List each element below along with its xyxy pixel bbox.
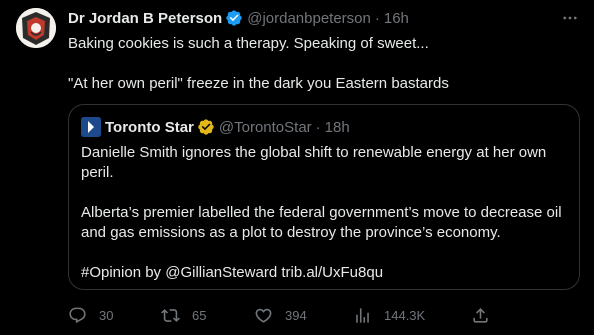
quoted-paragraph: #Opinion by @GillianSteward trib.al/UxFu… <box>81 264 384 281</box>
views-count: 144.3K <box>384 307 426 323</box>
retweet-button[interactable]: 65 <box>161 306 206 325</box>
quoted-paragraph: Danielle Smith ignores the global shift … <box>81 144 547 181</box>
verified-gold-badge-icon[interactable] <box>197 118 215 136</box>
author-handle[interactable]: @jordanbpeterson <box>247 10 371 27</box>
avatar[interactable] <box>16 8 56 48</box>
more-options-icon[interactable] <box>560 8 580 28</box>
quoted-tweet-time[interactable]: 18h <box>325 119 350 136</box>
quoted-tweet[interactable]: Toronto Star @TorontoStar · 18h Danielle… <box>68 104 580 290</box>
action-bar: 30 65 394 144.3K <box>68 304 498 326</box>
quoted-tweet-text: Danielle Smith ignores the global shift … <box>81 143 567 283</box>
avatar-image <box>16 8 56 48</box>
tweet-header: Dr Jordan B Peterson @jordanbpeterson · … <box>68 8 554 28</box>
retweet-count: 65 <box>192 307 207 323</box>
reply-button[interactable]: 30 <box>68 306 113 325</box>
heart-icon <box>255 308 272 323</box>
quoted-paragraph: Alberta’s premier labelled the federal g… <box>81 204 562 241</box>
tweet-text: Baking cookies is such a therapy. Speaki… <box>68 34 578 94</box>
tweet-text-line: Baking cookies is such a therapy. Speaki… <box>68 35 429 52</box>
separator-dot: · <box>374 9 380 27</box>
reply-count: 30 <box>99 307 114 323</box>
views-chart-icon <box>356 307 369 323</box>
quoted-author-name[interactable]: Toronto Star <box>105 119 194 136</box>
toronto-star-logo-icon <box>81 117 101 137</box>
author-name[interactable]: Dr Jordan B Peterson <box>68 10 222 27</box>
views-button[interactable]: 144.3K <box>353 306 425 325</box>
quoted-tweet-header: Toronto Star @TorontoStar · 18h <box>81 117 350 137</box>
tweet-text-line: "At her own peril" freeze in the dark yo… <box>68 75 449 92</box>
like-count: 394 <box>285 307 307 323</box>
tweet-time[interactable]: 16h <box>384 10 409 27</box>
quoted-author-handle[interactable]: @TorontoStar <box>219 119 312 136</box>
reply-icon <box>69 307 86 323</box>
retweet-icon <box>161 308 180 322</box>
share-icon <box>473 307 488 323</box>
tweet[interactable]: Dr Jordan B Peterson @jordanbpeterson · … <box>0 0 594 335</box>
separator-dot: · <box>315 118 321 136</box>
share-button[interactable] <box>471 306 490 325</box>
like-button[interactable]: 394 <box>254 306 307 325</box>
verified-badge-icon[interactable] <box>225 9 243 27</box>
